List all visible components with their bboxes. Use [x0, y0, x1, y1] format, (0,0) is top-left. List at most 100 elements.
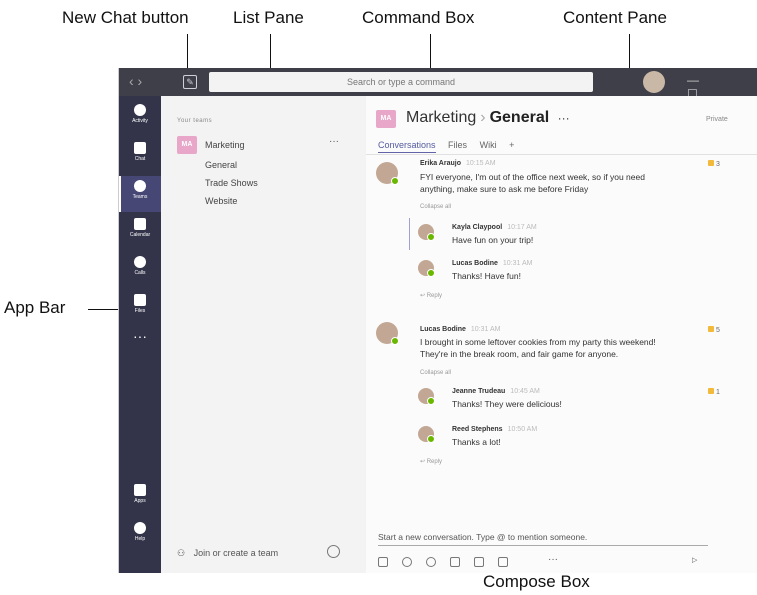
more-options-button[interactable]: ··· [548, 554, 558, 565]
profile-avatar[interactable] [643, 71, 665, 93]
channel-item-website[interactable]: Website [205, 196, 237, 206]
message-text: Thanks! They were delicious! [452, 399, 562, 409]
join-create-team-label: Join or create a team [193, 548, 279, 558]
join-create-team-button[interactable]: ⚇ Join or create a team [177, 548, 278, 559]
format-icon[interactable] [378, 557, 388, 567]
reply-selection-bar [409, 218, 410, 250]
app-bar-calendar[interactable]: Calendar [119, 214, 161, 250]
gif-icon[interactable] [450, 557, 460, 567]
message-text: I brought in some leftover cookies from … [420, 337, 656, 347]
channel-title: Marketing › General ··· [406, 109, 570, 127]
channel-privacy: Private [706, 116, 728, 123]
thumbs-up-icon [708, 160, 714, 166]
channel-more-button[interactable]: ··· [558, 111, 570, 125]
attach-icon[interactable] [402, 557, 412, 567]
command-box-callout: Command Box [362, 8, 475, 27]
list-pane-callout: List Pane [233, 8, 304, 27]
nav-arrows[interactable]: ‹ › [129, 73, 142, 89]
app-bar-activity[interactable]: Activity [119, 100, 161, 136]
help-icon [134, 522, 146, 534]
compose-icon: ✎ [186, 77, 194, 87]
message-text: Thanks! Have fun! [452, 271, 521, 281]
channel-team-name[interactable]: Marketing [406, 109, 476, 126]
message-author: Jeanne Trudeau 10:45 AM [452, 388, 540, 395]
tab-files[interactable]: Files [448, 140, 467, 150]
chat-icon [134, 142, 146, 154]
app-bar-teams[interactable]: Teams [119, 176, 161, 212]
calendar-icon [134, 218, 146, 230]
channel-tabs: Conversations Files Wiki + [378, 140, 524, 153]
message-time: 10:17 AM [507, 224, 537, 231]
breadcrumb-separator: › [480, 109, 486, 126]
teams-icon [134, 180, 146, 192]
reply-link[interactable]: ↩ Reply [420, 292, 442, 299]
tab-conversations[interactable]: Conversations [378, 140, 436, 153]
avatar [418, 388, 435, 405]
file-icon [134, 294, 146, 306]
like-count[interactable]: 5 [708, 326, 720, 334]
team-avatar[interactable]: MA [177, 136, 197, 154]
phone-icon [134, 256, 146, 268]
team-name[interactable]: Marketing [205, 140, 245, 150]
collapse-all-link[interactable]: Collapse all [420, 370, 451, 376]
reply-link[interactable]: ↩ Reply [420, 458, 442, 465]
message-text: FYI everyone, I'm out of the office next… [420, 172, 645, 182]
send-icon[interactable]: ▷ [692, 556, 697, 564]
app-bar-calls[interactable]: Calls [119, 252, 161, 288]
message-time: 10:31 AM [470, 326, 501, 333]
new-chat-button[interactable]: ✎ [183, 75, 197, 89]
tab-wiki[interactable]: Wiki [480, 140, 497, 150]
message-text: anything, make sure to ask me before Fri… [420, 184, 589, 194]
app-bar-label: Apps [134, 498, 146, 504]
your-teams-heading: Your teams [177, 118, 213, 124]
channel-item-general[interactable]: General [205, 160, 237, 170]
message-text: Thanks a lot! [452, 437, 501, 447]
avatar [376, 162, 399, 185]
list-pane: Your teams MA Marketing ··· General Trad… [161, 96, 366, 573]
message-text: They're in the break room, and fair game… [420, 349, 619, 359]
channel-item-trade-shows[interactable]: Trade Shows [205, 178, 258, 188]
sticker-icon[interactable] [474, 557, 484, 567]
tabs-divider [366, 154, 757, 155]
gear-icon[interactable] [327, 545, 340, 558]
channel-name: General [489, 109, 550, 126]
new-chat-callout-line [187, 34, 188, 70]
avatar [418, 426, 435, 443]
avatar [376, 322, 399, 345]
apps-icon [134, 484, 146, 496]
add-tab-button[interactable]: + [509, 140, 514, 150]
app-bar-label: Chat [134, 156, 146, 162]
message-time: 10:50 AM [507, 426, 538, 433]
content-pane: MA Marketing › General ··· Private Convers… [366, 96, 757, 573]
more-apps-button[interactable]: ··· [119, 328, 161, 344]
bell-icon [134, 104, 146, 116]
thumbs-up-icon [708, 388, 714, 394]
compose-box[interactable]: Start a new conversation. Type @ to ment… [378, 532, 587, 542]
command-box[interactable]: Search or type a command [209, 72, 593, 92]
compose-underline [378, 545, 708, 546]
app-bar-files[interactable]: Files [119, 290, 161, 326]
app-bar-callout: App Bar [4, 298, 66, 317]
app-bar-chat[interactable]: Chat [119, 138, 161, 174]
app-bar-label: Calls [134, 270, 146, 276]
message-time: 10:15 AM [465, 160, 496, 167]
message-text: Have fun on your trip! [452, 235, 534, 245]
message-time: 10:31 AM [502, 260, 533, 267]
like-count[interactable]: 1 [708, 388, 720, 396]
collapse-all-link[interactable]: Collapse all [420, 204, 451, 210]
teams-window: ‹ › ✎ Search or type a command — ☐ ✕ Act… [118, 68, 757, 573]
like-count[interactable]: 3 [708, 160, 720, 168]
thumbs-up-icon [708, 326, 714, 332]
title-bar: ‹ › ✎ Search or type a command — ☐ ✕ [119, 68, 757, 115]
avatar [418, 224, 435, 241]
message-author: Reed Stephens 10:50 AM [452, 426, 538, 433]
app-bar-callout-line [88, 309, 122, 310]
emoji-icon[interactable] [426, 557, 436, 567]
meet-now-icon[interactable] [498, 557, 508, 567]
app-bar-label: Teams [132, 194, 148, 200]
content-pane-callout: Content Pane [563, 8, 667, 27]
app-bar-help[interactable]: Help [119, 518, 161, 554]
team-more-button[interactable]: ··· [329, 136, 339, 147]
message-author: Lucas Bodine 10:31 AM [452, 260, 533, 267]
app-bar-apps[interactable]: Apps [119, 480, 161, 516]
